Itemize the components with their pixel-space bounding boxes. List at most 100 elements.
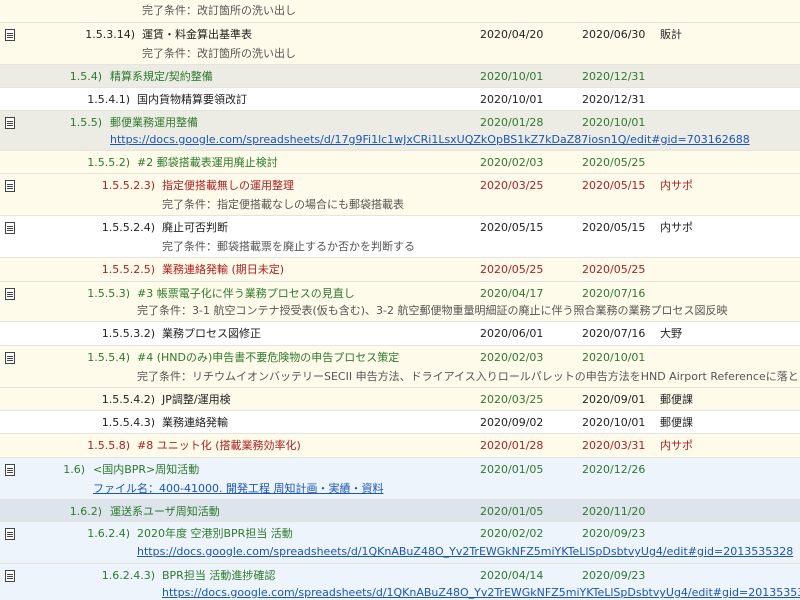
task-code: 1.6.2) <box>69 505 102 518</box>
task-code: 1.6.2.4.3) <box>101 569 155 582</box>
task-code: 1.5.5.3) <box>87 287 130 300</box>
owner: 大野 <box>660 327 682 340</box>
task-row[interactable]: 1.5.3.14) 運賃・料金算出基準表 2020/04/20 2020/06/… <box>0 23 800 65</box>
task-row[interactable]: 1.6) <国内BPR>周知活動 2020/01/05 2020/12/26 フ… <box>0 458 800 500</box>
task-row[interactable]: 1.5.5.3.2) 業務プロセス図修正 2020/06/01 2020/07/… <box>0 322 800 346</box>
completion-condition: 完了条件：郵袋搭載票を廃止するか否かを判断する <box>162 240 415 253</box>
task-row[interactable]: 1.5.5.4.3) 業務連絡発輸 2020/09/02 2020/10/01 … <box>0 411 800 434</box>
task-row[interactable]: 1.5.4.1) 国内貨物精算要領改訂 2020/10/01 2020/12/3… <box>0 88 800 111</box>
task-row[interactable]: 1.5.5.3) #3 帳票電子化に伴う業務プロセスの見直し 2020/04/1… <box>0 282 800 322</box>
task-row[interactable]: 1.5.4) 精算系規定/契約整備 2020/10/01 2020/12/31 <box>0 65 800 88</box>
task-title[interactable]: #3 帳票電子化に伴う業務プロセスの見直し <box>137 286 355 302</box>
end-date: 2020/10/01 <box>582 116 646 129</box>
end-date: 2020/12/31 <box>582 93 646 106</box>
start-date: 2020/02/03 <box>480 156 544 169</box>
owner: 販計 <box>660 28 682 41</box>
task-code: 1.5.5.4.2) <box>101 393 155 406</box>
start-date: 2020/04/14 <box>480 569 544 582</box>
spreadsheet-link[interactable]: https://docs.google.com/spreadsheets/d/1… <box>110 132 750 148</box>
task-code: 1.5.5.8) <box>87 439 130 452</box>
end-date: 2020/09/23 <box>582 527 646 540</box>
start-date: 2020/04/17 <box>480 287 544 300</box>
task-title[interactable]: BPR担当 活動進捗確認 <box>162 568 275 584</box>
spreadsheet-link[interactable]: https://docs.google.com/spreadsheets/d/1… <box>162 585 800 600</box>
task-code: 1.5.5.4.3) <box>101 416 155 429</box>
end-date: 2020/05/25 <box>582 156 646 169</box>
task-title[interactable]: 国内貨物精算要領改訂 <box>137 92 247 108</box>
document-icon[interactable] <box>5 222 15 234</box>
start-date: 2020/06/01 <box>480 327 544 340</box>
task-row: 完了条件：改訂箇所の洗い出し <box>0 0 800 23</box>
end-date: 2020/09/23 <box>582 569 646 582</box>
spreadsheet-link[interactable]: https://docs.google.com/spreadsheets/d/1… <box>137 544 793 560</box>
task-title[interactable]: 業務連絡発輸 (期日未定) <box>162 262 284 278</box>
task-code: 1.5.5.2.3) <box>101 179 155 192</box>
start-date: 2020/05/15 <box>480 221 544 234</box>
task-title[interactable]: 運送系ユーザ周知活動 <box>110 504 220 520</box>
task-title[interactable]: 業務連絡発輸 <box>162 415 228 431</box>
task-row[interactable]: 1.5.5.8) #8 ユニット化 (搭載業務効率化) 2020/01/28 2… <box>0 434 800 458</box>
task-code: 1.5.5.4) <box>87 351 130 364</box>
owner: 郵便課 <box>660 393 693 406</box>
start-date: 2020/03/25 <box>480 179 544 192</box>
start-date: 2020/01/28 <box>480 439 544 452</box>
task-title[interactable]: #8 ユニット化 (搭載業務効率化) <box>137 438 301 454</box>
task-row[interactable]: 1.5.5.2.3) 指定便搭載無しの運用整理 2020/03/25 2020/… <box>0 174 800 216</box>
task-row[interactable]: 1.6.2.4) 2020年度 空港別BPR担当 活動 2020/02/02 2… <box>0 522 800 564</box>
task-row[interactable]: 1.5.5.2.4) 廃止可否判断 2020/05/15 2020/05/15 … <box>0 216 800 258</box>
end-date: 2020/12/31 <box>582 70 646 83</box>
task-code: 1.5.5.2.5) <box>101 263 155 276</box>
end-date: 2020/05/15 <box>582 179 646 192</box>
task-title[interactable]: 業務プロセス図修正 <box>162 326 261 342</box>
file-link[interactable]: ファイル名：400-41000. 開発工程 周知計画・実績・資料 <box>93 481 383 497</box>
document-icon[interactable] <box>5 180 15 192</box>
task-title[interactable]: 指定便搭載無しの運用整理 <box>162 178 294 194</box>
task-row[interactable]: 1.5.5) 郵便業務運用整備 2020/01/28 2020/10/01 ht… <box>0 111 800 151</box>
document-icon[interactable] <box>5 528 15 540</box>
end-date: 2020/03/31 <box>582 439 646 452</box>
task-title[interactable]: 2020年度 空港別BPR担当 活動 <box>137 526 293 542</box>
task-code: 1.6.2.4) <box>87 527 130 540</box>
owner: 内サポ <box>660 221 693 234</box>
completion-condition: 完了条件：改訂箇所の洗い出し <box>142 4 296 17</box>
task-title[interactable]: JP調整/運用検 <box>162 392 231 408</box>
start-date: 2020/09/02 <box>480 416 544 429</box>
start-date: 2020/01/05 <box>480 463 544 476</box>
start-date: 2020/03/25 <box>480 393 544 406</box>
start-date: 2020/10/01 <box>480 93 544 106</box>
document-icon[interactable] <box>5 570 15 582</box>
end-date: 2020/09/01 <box>582 393 646 406</box>
task-row[interactable]: 1.6.2.4.3) BPR担当 活動進捗確認 2020/04/14 2020/… <box>0 564 800 600</box>
task-row[interactable]: 1.5.5.4.2) JP調整/運用検 2020/03/25 2020/09/0… <box>0 388 800 411</box>
end-date: 2020/10/01 <box>582 416 646 429</box>
task-code: 1.5.5.3.2) <box>101 327 155 340</box>
document-icon[interactable] <box>5 117 15 129</box>
document-icon[interactable] <box>5 29 15 41</box>
task-row[interactable]: 1.5.5.4) #4 (HNDのみ)申告書不要危険物の申告プロセス策定 202… <box>0 346 800 388</box>
task-code: 1.6) <box>63 463 85 476</box>
task-title[interactable]: #4 (HNDのみ)申告書不要危険物の申告プロセス策定 <box>137 350 399 366</box>
task-title[interactable]: #2 郵袋搭載表運用廃止検討 <box>137 155 278 171</box>
completion-condition: 完了条件：改訂箇所の洗い出し <box>142 47 296 60</box>
task-title[interactable]: 運賃・料金算出基準表 <box>142 27 252 43</box>
start-date: 2020/01/05 <box>480 505 544 518</box>
owner: 内サポ <box>660 439 693 452</box>
task-title[interactable]: 廃止可否判断 <box>162 220 228 236</box>
task-code: 1.5.5) <box>69 116 102 129</box>
start-date: 2020/02/03 <box>480 351 544 364</box>
task-title[interactable]: 精算系規定/契約整備 <box>110 69 213 85</box>
task-code: 1.5.4) <box>69 70 102 83</box>
task-title[interactable]: <国内BPR>周知活動 <box>93 462 199 478</box>
start-date: 2020/01/28 <box>480 116 544 129</box>
end-date: 2020/05/15 <box>582 221 646 234</box>
task-title[interactable]: 郵便業務運用整備 <box>110 115 198 131</box>
task-row[interactable]: 1.5.5.2.5) 業務連絡発輸 (期日未定) 2020/05/25 2020… <box>0 258 800 282</box>
document-icon[interactable] <box>5 464 15 476</box>
end-date: 2020/11/20 <box>582 505 646 518</box>
document-icon[interactable] <box>5 352 15 364</box>
task-row[interactable]: 1.6.2) 運送系ユーザ周知活動 2020/01/05 2020/11/20 <box>0 500 800 522</box>
task-row[interactable]: 1.5.5.2) #2 郵袋搭載表運用廃止検討 2020/02/03 2020/… <box>0 151 800 174</box>
document-icon[interactable] <box>5 288 15 300</box>
task-code: 1.5.4.1) <box>87 93 130 106</box>
end-date: 2020/07/16 <box>582 287 646 300</box>
